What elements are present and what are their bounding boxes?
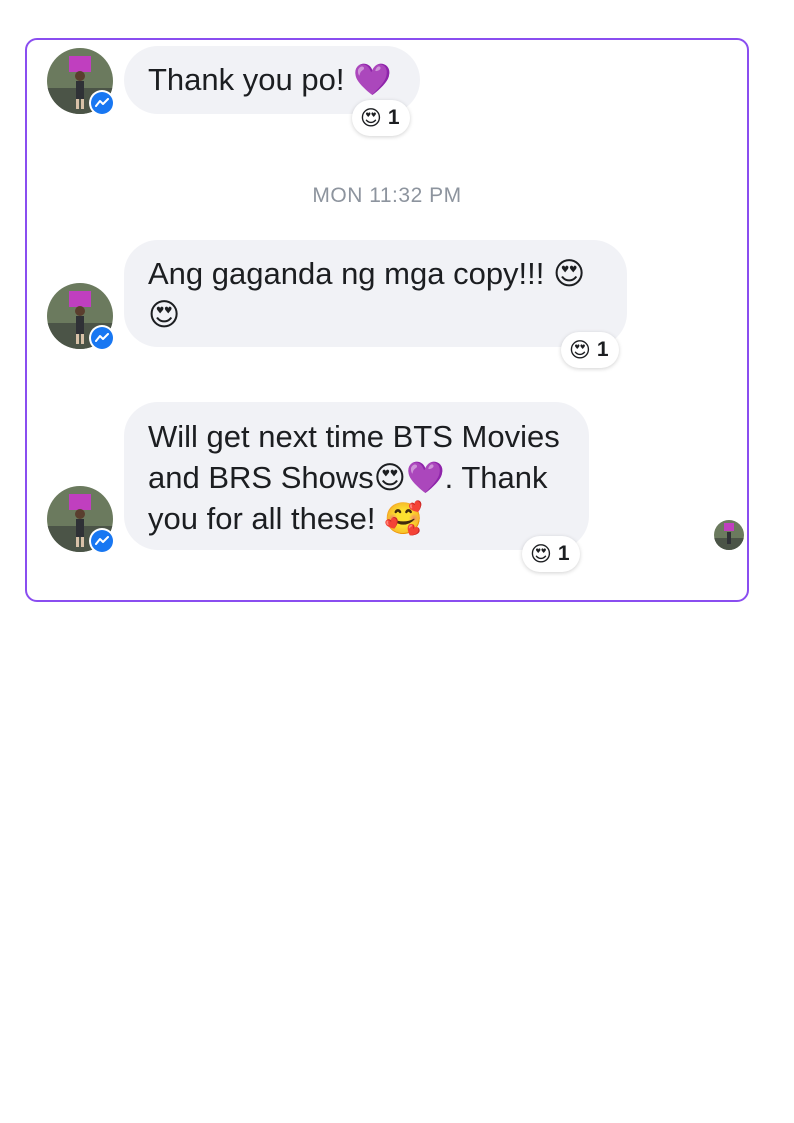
heart-eyes-emoji: 😍 xyxy=(360,106,382,130)
messenger-badge xyxy=(89,90,115,116)
reaction-count: 1 xyxy=(596,338,609,361)
messenger-icon xyxy=(95,333,109,342)
heart-eyes-emoji: 😍 xyxy=(530,542,552,566)
reaction-count: 1 xyxy=(557,542,570,565)
messenger-badge xyxy=(89,528,115,554)
message-bubble[interactable]: Ang gaganda ng mga copy!!! 😍 😍 xyxy=(124,240,627,347)
sender-avatar[interactable] xyxy=(47,486,115,554)
message-reaction[interactable]: 😍 1 xyxy=(561,332,619,368)
sender-avatar[interactable] xyxy=(47,48,115,116)
reaction-count: 1 xyxy=(387,106,400,129)
seen-avatar xyxy=(714,520,744,550)
messenger-badge xyxy=(89,325,115,351)
chat-timestamp: MON 11:32 PM xyxy=(312,184,462,207)
message-reaction[interactable]: 😍 1 xyxy=(522,536,580,572)
message-reaction[interactable]: 😍 1 xyxy=(352,100,410,136)
message-bubble[interactable]: Will get next time BTS Movies and BRS Sh… xyxy=(124,402,589,550)
seen-avatar-photo xyxy=(714,520,744,550)
messenger-icon xyxy=(95,536,109,545)
heart-eyes-emoji: 😍 xyxy=(569,338,591,362)
sender-avatar[interactable] xyxy=(47,283,115,351)
messenger-icon xyxy=(95,98,109,107)
